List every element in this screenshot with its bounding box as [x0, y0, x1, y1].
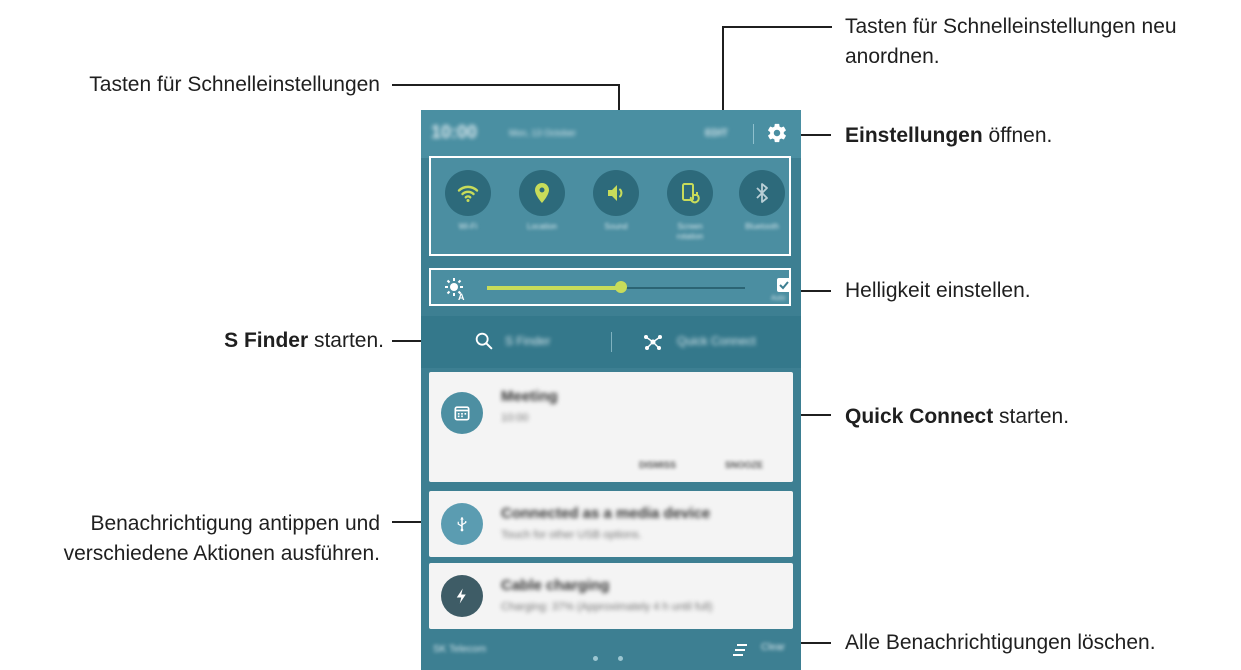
clock: 10:00	[431, 122, 478, 142]
callout-qc-rest: starten.	[993, 405, 1070, 428]
notification-title: Cable charging	[501, 577, 610, 594]
edit-button[interactable]: EDIT	[705, 128, 728, 139]
callout-qs-rearrange-line1: Tasten für Schnelleinstellungen neu	[845, 15, 1177, 38]
page-indicator	[593, 648, 643, 666]
callout-clear-all-text: Alle Benachrichtigungen löschen.	[845, 631, 1156, 654]
callout-settings: Einstellungen öffnen.	[845, 121, 1052, 151]
qs-bluetooth[interactable]: Bluetooth	[737, 170, 787, 232]
callout-qs-rearrange-line2: anordnen.	[845, 45, 940, 68]
lightning-icon	[441, 575, 483, 617]
bluetooth-icon	[739, 170, 785, 216]
auto-checkbox[interactable]	[777, 278, 791, 292]
quick-connect-button[interactable]: Quick Connect	[677, 334, 756, 348]
finder-divider	[611, 332, 612, 352]
snooze-button[interactable]: SNOOZE	[725, 460, 763, 470]
callout-qc-bold: Quick Connect	[845, 405, 994, 428]
callout-sfinder-rest: starten.	[308, 329, 384, 352]
gear-icon[interactable]	[765, 122, 789, 146]
carrier-label: SK Telecom	[433, 644, 487, 655]
svg-text:A: A	[458, 292, 465, 300]
leader-line-qs-h	[392, 84, 620, 86]
notification-subtitle: Touch for other USB options.	[501, 529, 642, 541]
page-dot	[618, 656, 623, 661]
auto-brightness-icon: A	[443, 276, 467, 305]
status-bar: 10:00 Mon, 13 October EDIT	[421, 110, 801, 158]
location-icon	[519, 170, 565, 216]
callout-settings-rest: öffnen.	[982, 124, 1053, 147]
qs-sound[interactable]: Sound	[591, 170, 641, 232]
notification-card-meeting[interactable]: Meeting 10:00 DISMISS SNOOZE	[429, 372, 793, 482]
brightness-bar: A Auto	[429, 268, 791, 306]
qs-bluetooth-label: Bluetooth	[745, 222, 779, 231]
auto-label: Auto	[771, 295, 786, 302]
callout-qs-buttons-text: Tasten für Schnelleinstellungen	[89, 73, 380, 96]
clear-all-icon[interactable]	[731, 642, 749, 663]
notification-card-charging[interactable]: Cable charging Charging: 37% (Approximat…	[429, 563, 793, 629]
qs-sound-label: Sound	[604, 222, 628, 231]
qs-wifi-label: Wi-Fi	[458, 222, 478, 231]
sound-icon	[593, 170, 639, 216]
wifi-icon	[445, 170, 491, 216]
dismiss-button[interactable]: DISMISS	[639, 460, 676, 470]
notification-panel: 10:00 Mon, 13 October EDIT Wi-Fi Locatio…	[421, 110, 801, 670]
callout-notification: Benachrichtigung antippen und verschiede…	[0, 509, 380, 569]
notification-subtitle: 10:00	[501, 412, 529, 424]
brightness-slider-thumb[interactable]	[615, 281, 628, 293]
quick-connect-icon[interactable]	[641, 330, 665, 359]
callout-brightness: Helligkeit einstellen.	[845, 276, 1031, 306]
status-divider	[753, 124, 754, 144]
callout-sfinder: S Finder starten.	[20, 326, 384, 356]
finder-row: S Finder Quick Connect	[421, 316, 801, 368]
callout-notif-line1: Benachrichtigung antippen und	[90, 512, 380, 535]
leader-line-rearrange-h	[722, 26, 832, 28]
brightness-slider-fill	[487, 286, 622, 290]
callout-brightness-text: Helligkeit einstellen.	[845, 279, 1031, 302]
leader-line-clear	[797, 642, 831, 644]
screen-rotation-icon	[667, 170, 713, 216]
quick-settings-panel: Wi-Fi Location Sound Screen rotation Blu…	[429, 156, 791, 256]
sfinder-button[interactable]: S Finder	[505, 334, 550, 348]
qs-wifi[interactable]: Wi-Fi	[443, 170, 493, 232]
callout-qs-buttons: Tasten für Schnelleinstellungen	[20, 70, 380, 100]
page-dot	[593, 656, 598, 661]
callout-clear-all: Alle Benachrichtigungen löschen.	[845, 628, 1156, 658]
qs-location-label: Location	[526, 222, 558, 231]
callout-qs-rearrange: Tasten für Schnelleinstellungen neu anor…	[845, 12, 1177, 72]
date: Mon, 13 October	[509, 128, 577, 138]
notification-card-usb[interactable]: Connected as a media device Touch for ot…	[429, 491, 793, 557]
search-icon[interactable]	[473, 330, 495, 357]
notification-title: Connected as a media device	[501, 505, 711, 522]
callout-settings-bold: Einstellungen	[845, 124, 983, 147]
callout-notif-line2: verschiedene Aktionen ausführen.	[63, 542, 380, 565]
callout-sfinder-bold: S Finder	[224, 329, 309, 352]
qs-screen-rotation-label: Screen rotation	[676, 222, 704, 241]
notification-subtitle: Charging: 37% (Approximately 4 h until f…	[501, 601, 713, 613]
calendar-icon	[441, 392, 483, 434]
qs-location[interactable]: Location	[517, 170, 567, 232]
clear-all-button[interactable]: Clear	[761, 642, 785, 653]
callout-quick-connect: Quick Connect starten.	[845, 402, 1069, 432]
notification-title: Meeting	[501, 388, 558, 405]
qs-screen-rotation[interactable]: Screen rotation	[665, 170, 715, 242]
usb-icon	[441, 503, 483, 545]
